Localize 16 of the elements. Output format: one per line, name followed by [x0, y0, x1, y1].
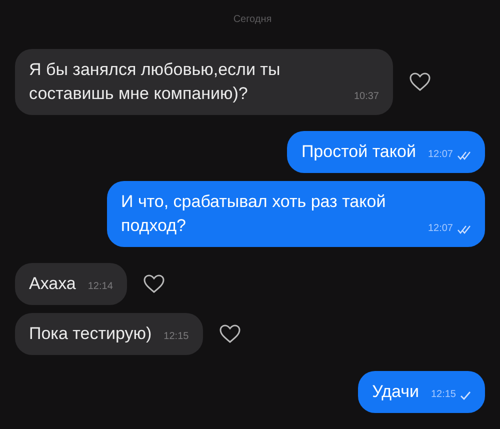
message-time: 12:07 — [428, 148, 453, 162]
message-text: Я бы занялся любовью,если ты составишь мне компанию)? — [29, 59, 282, 105]
message-text: И что, срабатывал хоть раз такой подход? — [121, 191, 387, 237]
heart-icon[interactable] — [218, 324, 241, 344]
message-text: Удачи — [372, 381, 419, 403]
message-time: 12:07 — [428, 222, 453, 236]
message-time: 12:15 — [164, 330, 189, 344]
message-text: Пока тестирую) — [29, 323, 152, 345]
message-text: Ахаха — [29, 273, 76, 295]
message-time: 12:14 — [88, 280, 113, 294]
heart-icon[interactable] — [409, 72, 431, 92]
message-time: 10:37 — [354, 90, 379, 104]
heart-icon[interactable] — [142, 274, 165, 294]
message-text: Простой такой — [301, 141, 416, 163]
message-time: 12:15 — [430, 388, 456, 402]
date-label: Сегодня — [232, 14, 273, 25]
